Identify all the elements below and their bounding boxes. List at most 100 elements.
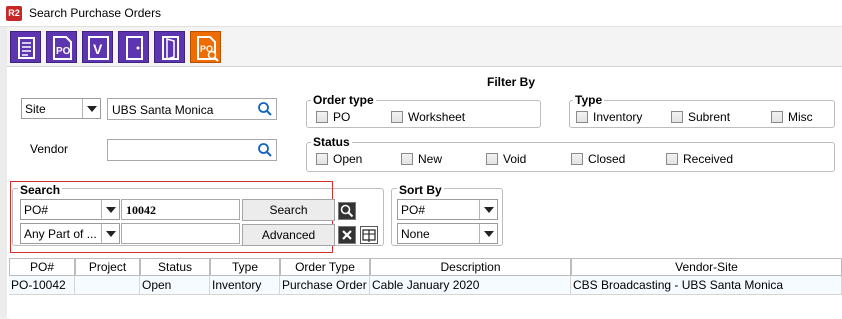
site-field-value: UBS Santa Monica [112, 103, 214, 117]
checkbox-box[interactable] [391, 111, 403, 123]
toolbar: PO V PO [8, 28, 842, 66]
search-panel: Filter By Site UBS Santa Monica Vendor O… [7, 66, 842, 319]
search-field-combo-value: PO# [24, 203, 49, 217]
checkbox-misc[interactable]: Misc [771, 110, 813, 124]
report-button[interactable] [10, 31, 41, 63]
report-icon [18, 37, 35, 59]
po-icon-text: PO [56, 46, 71, 57]
chevron-down-icon[interactable] [479, 224, 497, 243]
checkbox-label: Open [333, 152, 363, 166]
site-combo[interactable]: Site [21, 98, 101, 119]
close-icon [342, 230, 352, 240]
chevron-down-icon[interactable] [101, 200, 119, 219]
sort-second-value: None [401, 227, 430, 241]
chevron-down-icon[interactable] [101, 224, 119, 243]
checkbox-label: Received [683, 152, 734, 166]
search-title: Search [18, 183, 63, 197]
checkbox-label: New [418, 152, 443, 166]
search-icon [340, 204, 354, 218]
purchase-order-button[interactable]: PO [46, 31, 77, 63]
column-header[interactable]: Vendor-Site [571, 258, 842, 276]
po-search-icon: PO [197, 36, 219, 62]
match-type-combo[interactable]: Any Part of ... [20, 223, 120, 244]
search-input[interactable]: 10042 [121, 199, 240, 220]
checkbox-new[interactable]: New [401, 152, 442, 166]
exit-button[interactable] [118, 31, 149, 63]
search-input-2[interactable] [121, 223, 240, 244]
sort-second-combo[interactable]: None [397, 223, 498, 244]
checkbox-label: Closed [588, 152, 626, 166]
open-button[interactable] [154, 31, 185, 63]
checkbox-label: PO [333, 110, 351, 124]
column-header[interactable]: Order Type [280, 258, 370, 276]
search-po-button[interactable]: PO [190, 31, 221, 63]
column-header[interactable]: PO# [9, 258, 75, 276]
column-header[interactable]: Type [210, 258, 280, 276]
table-cell[interactable]: CBS Broadcasting - UBS Santa Monica [571, 276, 842, 295]
checkbox-box[interactable] [576, 111, 588, 123]
checkbox-received[interactable]: Received [666, 152, 733, 166]
checkbox-label: Worksheet [408, 110, 466, 124]
checkbox-void[interactable]: Void [486, 152, 526, 166]
checkbox-box[interactable] [316, 153, 328, 165]
search-button[interactable]: Search [242, 199, 335, 221]
table-cell[interactable]: Cable January 2020 [370, 276, 571, 295]
checkbox-open[interactable]: Open [316, 152, 362, 166]
chevron-down-icon[interactable] [82, 99, 100, 118]
advanced-button[interactable]: Advanced [242, 224, 335, 246]
table-cell[interactable]: PO-10042 [9, 276, 75, 295]
window-title: Search Purchase Orders [29, 6, 162, 20]
search-go-button[interactable] [338, 202, 356, 220]
checkbox-box[interactable] [666, 153, 678, 165]
door-exit-icon [126, 36, 143, 60]
vendor-button[interactable]: V [82, 31, 113, 63]
checkbox-box[interactable] [486, 153, 498, 165]
window-frame [0, 27, 7, 318]
checkbox-label: Misc [788, 110, 813, 124]
search-input-value: 10042 [126, 203, 156, 217]
table-cell[interactable]: Open [140, 276, 210, 295]
table-cell[interactable]: Purchase Order [280, 276, 370, 295]
chevron-down-icon[interactable] [479, 200, 497, 219]
checkbox-label: Void [503, 152, 527, 166]
site-combo-value: Site [25, 102, 46, 116]
sort-title: Sort By [397, 183, 444, 197]
checkbox-po[interactable]: PO [316, 110, 350, 124]
vendor-icon-text: V [93, 41, 103, 57]
column-header[interactable]: Status [140, 258, 210, 276]
vendor-field[interactable] [107, 139, 277, 161]
filter-by-heading: Filter By [487, 75, 536, 89]
site-field[interactable]: UBS Santa Monica [107, 98, 277, 120]
vendor-icon: V [88, 36, 109, 60]
app-logo-icon: R2 [6, 6, 22, 21]
order-type-title: Order type [311, 93, 376, 107]
table-icon [362, 229, 376, 242]
table-cell[interactable] [75, 276, 140, 295]
match-type-combo-value: Any Part of ... [24, 227, 97, 241]
column-chooser-button[interactable] [360, 226, 378, 244]
clear-button[interactable] [338, 226, 356, 244]
column-header[interactable]: Description [370, 258, 571, 276]
checkbox-box[interactable] [671, 111, 683, 123]
checkbox-box[interactable] [316, 111, 328, 123]
search-icon[interactable] [257, 101, 273, 117]
search-icon[interactable] [257, 142, 273, 158]
status-title: Status [311, 135, 352, 149]
checkbox-inventory[interactable]: Inventory [576, 110, 642, 124]
sort-first-combo[interactable]: PO# [397, 199, 498, 220]
checkbox-box[interactable] [571, 153, 583, 165]
column-header[interactable]: Project [75, 258, 140, 276]
checkbox-box[interactable] [401, 153, 413, 165]
table-cell[interactable]: Inventory [210, 276, 280, 295]
checkbox-label: Inventory [593, 110, 643, 124]
checkbox-subrent[interactable]: Subrent [671, 110, 730, 124]
checkbox-box[interactable] [771, 111, 783, 123]
po-document-icon: PO [53, 36, 72, 60]
door-open-icon [162, 36, 179, 60]
type-title: Type [573, 93, 605, 107]
checkbox-label: Subrent [688, 110, 731, 124]
search-field-combo[interactable]: PO# [20, 199, 120, 220]
sort-first-value: PO# [401, 203, 426, 217]
checkbox-closed[interactable]: Closed [571, 152, 625, 166]
checkbox-worksheet[interactable]: Worksheet [391, 110, 465, 124]
